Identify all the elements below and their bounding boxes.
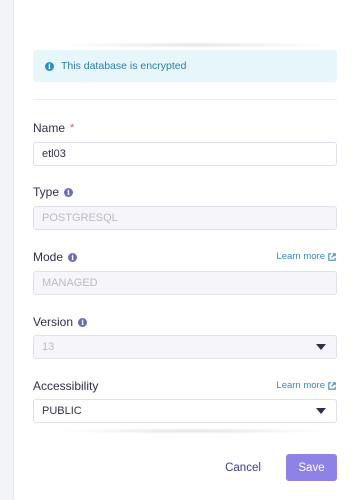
type-label: Type (33, 185, 60, 199)
version-label: Version (33, 315, 74, 329)
mode-label: Mode (33, 250, 64, 264)
version-help-icon[interactable]: i (78, 317, 88, 327)
mode-learn-more-label: Learn more (276, 251, 325, 262)
chevron-down-icon (316, 408, 326, 414)
version-label-row: Version i (33, 315, 88, 329)
accessibility-select-value: PUBLIC (42, 405, 82, 417)
banner-text: This database is encrypted (61, 60, 187, 72)
accessibility-select[interactable]: PUBLIC (33, 399, 337, 423)
name-input[interactable]: etl03 (33, 142, 337, 166)
save-button[interactable]: Save (286, 454, 337, 481)
accessibility-label: Accessibility (33, 379, 99, 393)
top-shadow (54, 42, 334, 48)
mode-learn-more-link[interactable]: Learn more (276, 251, 336, 262)
external-link-icon (328, 381, 336, 390)
name-input-value: etl03 (42, 148, 66, 160)
accessibility-learn-more-link[interactable]: Learn more (276, 380, 336, 391)
encryption-info-banner: i This database is encrypted (33, 50, 337, 82)
version-select: 13 (33, 335, 337, 359)
name-label-row: Name * (33, 121, 74, 135)
version-select-value: 13 (42, 341, 55, 353)
cancel-button[interactable]: Cancel (219, 455, 267, 481)
type-input-value: POSTGRESQL (42, 212, 118, 224)
accessibility-label-row: Accessibility (33, 379, 98, 393)
accessibility-learn-more-label: Learn more (276, 380, 325, 391)
bottom-shadow (54, 428, 334, 434)
chevron-down-icon (316, 344, 326, 350)
type-input: POSTGRESQL (33, 206, 337, 230)
type-help-icon[interactable]: i (64, 187, 74, 197)
divider (33, 99, 337, 100)
mode-input: MANAGED (33, 271, 337, 295)
mode-help-icon[interactable]: i (68, 252, 78, 262)
mode-input-value: MANAGED (42, 277, 98, 289)
name-label: Name (33, 121, 66, 135)
external-link-icon (328, 252, 336, 261)
type-label-row: Type i (33, 185, 74, 199)
required-mark: * (70, 122, 75, 134)
mode-label-row: Mode i (33, 250, 78, 264)
database-settings-panel: i This database is encrypted Name * etl0… (13, 0, 356, 500)
info-icon: i (45, 61, 54, 71)
